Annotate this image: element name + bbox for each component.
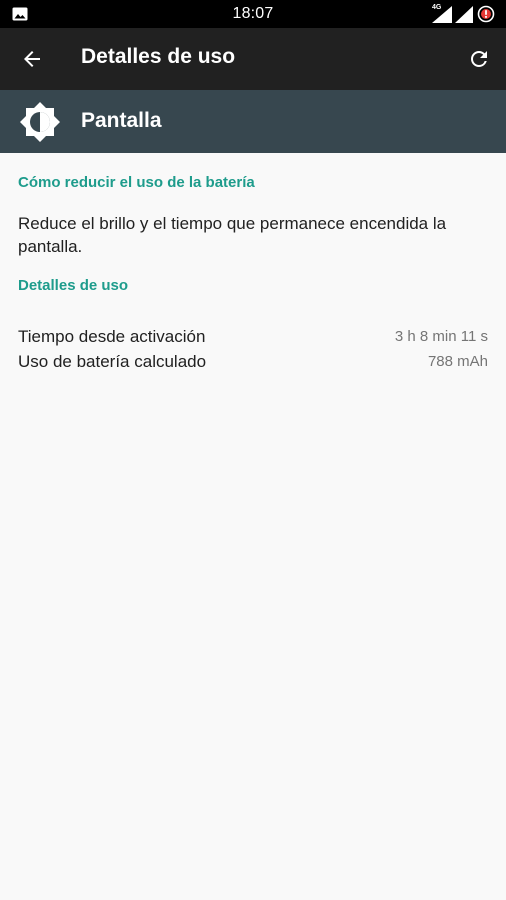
- usage-row-battery: Uso de batería calculado 788 mAh: [18, 352, 488, 376]
- brightness-icon: [20, 102, 60, 142]
- tips-text: Reduce el brillo y el tiempo que permane…: [18, 214, 447, 256]
- app-toolbar: Detalles de uso: [0, 28, 506, 90]
- row-value: 788 mAh: [427, 353, 488, 370]
- refresh-icon[interactable]: [467, 47, 491, 71]
- signal-icon: [455, 6, 473, 23]
- row-label: Uso de batería calculado: [18, 352, 207, 371]
- clock: 18:07: [232, 5, 274, 22]
- tips-heading: Cómo reducir el uso de la batería: [18, 174, 255, 191]
- app-header: Pantalla: [0, 90, 506, 153]
- row-label: Tiempo desde activación: [18, 327, 206, 346]
- status-bar: 18:07 4G: [0, 0, 506, 28]
- usage-heading: Detalles de uso: [18, 277, 129, 294]
- arrow-back-icon[interactable]: [20, 47, 44, 71]
- signal-4g-icon: [432, 6, 452, 23]
- alert-icon: [477, 5, 495, 23]
- usage-row-active-time: Tiempo desde activación 3 h 8 min 11 s: [18, 327, 488, 351]
- page-title: Detalles de uso: [81, 45, 236, 68]
- app-name: Pantalla: [81, 109, 162, 132]
- row-value: 3 h 8 min 11 s: [394, 328, 488, 345]
